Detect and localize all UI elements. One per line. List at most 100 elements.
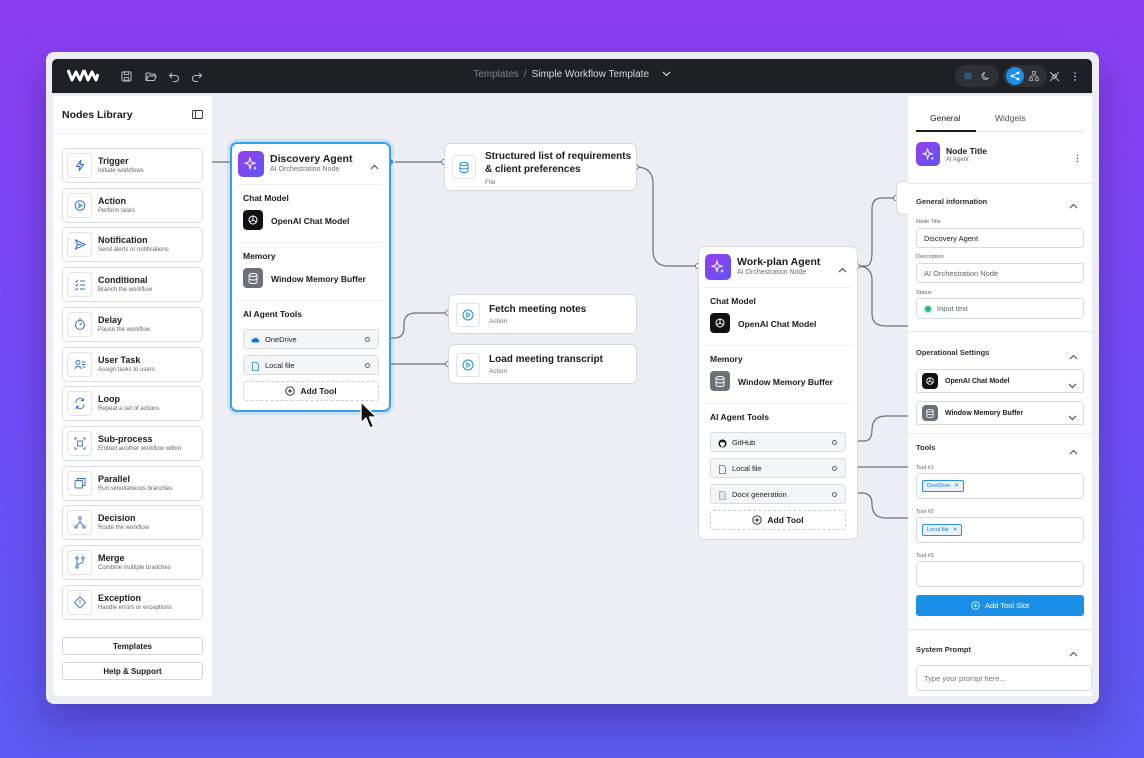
status-field[interactable]: Input text: [916, 298, 1084, 319]
connector-handle[interactable]: [832, 440, 837, 445]
sidebar-collapse-icon[interactable]: [192, 106, 203, 124]
library-item-trigger[interactable]: Trigger Initiate workflows: [62, 148, 203, 183]
tool-row-onedrive[interactable]: OneDrive: [243, 329, 379, 349]
library-item-user-task[interactable]: User Task Assign tasks to users: [62, 346, 203, 382]
connector-handle[interactable]: [365, 363, 370, 368]
memory-name[interactable]: Window Memory Buffer: [271, 274, 366, 284]
tool-chip[interactable]: Local file ✕: [922, 524, 963, 536]
section-title: Memory: [243, 251, 276, 261]
discovery-agent-node[interactable]: Discovery Agent AI Orchestration Node Ch…: [230, 142, 391, 412]
chevron-up-icon[interactable]: [1069, 347, 1078, 365]
node-title-line2: & client preferences: [485, 164, 581, 175]
templates-button[interactable]: Templates: [62, 637, 203, 655]
chevron-up-icon[interactable]: [838, 260, 847, 278]
tool-row-local-file[interactable]: Local file: [710, 458, 846, 478]
help-support-button[interactable]: Help & Support: [62, 662, 203, 680]
library-item-sub-process[interactable]: Sub-process Embed another workflow within: [62, 425, 203, 461]
load-meeting-transcript-node[interactable]: Load meeting transcript Action: [448, 344, 637, 384]
work-plan-agent-node[interactable]: Work-plan Agent AI Orchestration Node Ch…: [698, 246, 858, 540]
close-icon[interactable]: ✕: [954, 483, 959, 489]
tool-label: GitHub: [732, 437, 756, 447]
share-nodes-icon[interactable]: [1006, 67, 1024, 85]
status-dot: [924, 304, 932, 313]
tool-label: Docx generation: [732, 489, 787, 499]
library-item-name: Delay: [98, 314, 123, 325]
chevron-up-icon[interactable]: [1069, 644, 1078, 662]
add-tool-slot-button[interactable]: Add Tool Slot: [916, 595, 1084, 616]
github-icon: [717, 438, 727, 448]
fetch-meeting-notes-node[interactable]: Fetch meeting notes Action: [448, 294, 637, 334]
library-item-name: Conditional: [98, 275, 148, 286]
library-item-loop[interactable]: Loop Repeat a set of actions: [62, 386, 203, 422]
library-item-name: Decision: [98, 513, 136, 524]
chat-model-name[interactable]: OpenAI Chat Model: [738, 319, 816, 329]
unplug-icon[interactable]: [1049, 69, 1063, 83]
database-icon: [243, 268, 263, 288]
tool-row-docx-generation[interactable]: Docx generation: [710, 484, 846, 504]
chat-model-section: Chat Model OpenAI Chat Model: [238, 184, 383, 236]
play-icon: [67, 192, 92, 218]
active-tab-indicator: [916, 130, 976, 132]
nodes-library-header: Nodes Library: [53, 96, 212, 134]
chat-model-name[interactable]: OpenAI Chat Model: [271, 216, 349, 226]
description-field[interactable]: AI Orchestration Node: [916, 263, 1084, 283]
chevron-up-icon[interactable]: [1069, 196, 1078, 214]
library-item-notification[interactable]: Notification Send alerts or notifications: [62, 227, 203, 263]
connector-handle[interactable]: [832, 492, 837, 497]
close-icon[interactable]: ✕: [953, 527, 958, 533]
chevron-up-icon[interactable]: [1069, 442, 1078, 460]
tab-widgets[interactable]: Widgets: [995, 113, 1026, 123]
system-prompt-input[interactable]: [916, 665, 1092, 691]
play-circle-icon: [456, 303, 480, 327]
tool1-label: Tool #1: [916, 465, 934, 471]
chevron-down-icon[interactable]: [662, 69, 671, 80]
chat-model-select[interactable]: OpenAI Chat Model: [916, 369, 1084, 393]
library-item-decision[interactable]: Decision Route the workflow: [62, 505, 203, 541]
tool-row-local-file[interactable]: Local file: [243, 355, 379, 375]
tab-general[interactable]: General: [930, 113, 960, 123]
tool3-field[interactable]: [916, 561, 1084, 587]
sun-icon[interactable]: [959, 67, 977, 85]
hierarchy-icon[interactable]: [1025, 67, 1043, 85]
memory-select[interactable]: Window Memory Buffer: [916, 401, 1084, 425]
library-item-desc: Handle errors or exceptions: [98, 604, 172, 611]
tool2-field[interactable]: Local file ✕: [916, 517, 1084, 543]
library-item-desc: Assign tasks to users: [98, 366, 155, 373]
more-vertical-icon[interactable]: [1073, 69, 1087, 83]
chevron-up-icon[interactable]: [370, 157, 379, 175]
add-tool-button[interactable]: Add Tool: [243, 381, 379, 401]
connector-workplan-upper: [857, 197, 896, 267]
structured-list-node[interactable]: Structured list of requirements & client…: [444, 143, 637, 191]
tool-chip[interactable]: OneDrive ✕: [922, 480, 964, 492]
tool1-field[interactable]: OneDrive ✕: [916, 473, 1084, 499]
top-bar: Templates / Simple Workflow Template: [52, 59, 1092, 93]
library-item-merge[interactable]: Merge Combine multiple branches: [62, 545, 203, 580]
memory-name[interactable]: Window Memory Buffer: [738, 377, 833, 387]
merge-icon: [67, 550, 92, 575]
add-tool-button[interactable]: Add Tool: [710, 510, 846, 530]
sparkles-icon: [705, 254, 731, 280]
connector-handle[interactable]: [365, 337, 370, 342]
sparkles-icon: [238, 151, 264, 177]
library-item-action[interactable]: Action Perform tasks: [62, 187, 203, 223]
plus-circle-icon: [752, 515, 763, 525]
library-item-exception[interactable]: Exception Handle errors or exceptions: [62, 584, 203, 620]
library-item-delay[interactable]: Delay Pause the workflow: [62, 306, 203, 342]
memory-section: Memory Window Memory Buffer: [238, 242, 383, 294]
node-subtitle: Action: [489, 318, 508, 325]
library-item-parallel[interactable]: Parallel Run simultaneous branches: [62, 465, 203, 501]
more-vertical-icon[interactable]: [1076, 150, 1079, 168]
library-item-desc: Branch the workflow: [98, 287, 153, 294]
node-title-field[interactable]: Discovery Agent: [916, 228, 1084, 248]
tool-row-github[interactable]: GitHub: [710, 432, 846, 452]
tool-label: Local file: [732, 463, 762, 473]
view-toggle[interactable]: [1003, 65, 1047, 87]
theme-toggle[interactable]: [955, 65, 999, 87]
breadcrumb-current[interactable]: Simple Workflow Template: [532, 69, 649, 80]
node-title-value: Discovery Agent: [924, 233, 979, 243]
breadcrumb-parent[interactable]: Templates: [473, 69, 519, 80]
library-item-conditional[interactable]: Conditional Branch the workflow: [62, 267, 203, 303]
connector-handle[interactable]: [832, 466, 837, 471]
moon-icon[interactable]: [977, 67, 995, 85]
user-task-icon: [67, 351, 92, 377]
